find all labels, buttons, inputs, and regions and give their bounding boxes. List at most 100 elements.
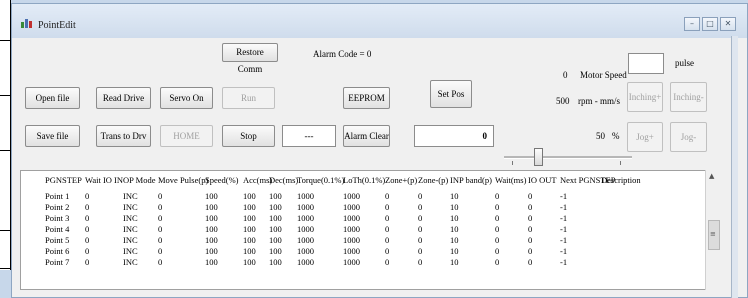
table-cell[interactable]: 0	[418, 191, 422, 201]
table-cell[interactable]: 0	[158, 224, 162, 234]
column-header-dec[interactable]: Dec(ms)	[269, 175, 298, 185]
home-button[interactable]: HOME	[160, 125, 213, 147]
table-cell[interactable]: 0	[158, 202, 162, 212]
table-cell[interactable]: 0	[528, 202, 532, 212]
table-cell[interactable]: 0	[385, 202, 389, 212]
table-cell[interactable]: 0	[158, 246, 162, 256]
table-cell[interactable]: 100	[269, 246, 282, 256]
table-cell[interactable]: 100	[243, 246, 256, 256]
table-cell[interactable]: 100	[205, 213, 218, 223]
table-cell[interactable]: 100	[243, 213, 256, 223]
table-cell[interactable]: 100	[269, 202, 282, 212]
table-cell[interactable]: 100	[269, 191, 282, 201]
table-cell[interactable]: 0	[528, 257, 532, 267]
table-cell[interactable]: INC	[123, 191, 138, 201]
table-cell[interactable]: 100	[205, 191, 218, 201]
table-row[interactable]: Point 7 0 INC 0 100 100 100 1000 1000 0 0 10 0 0 -1	[21, 257, 721, 268]
table-cell[interactable]: 1000	[343, 191, 360, 201]
table-cell[interactable]: 0	[85, 213, 89, 223]
table-cell[interactable]: 0	[418, 202, 422, 212]
maximize-button[interactable]: □	[702, 17, 718, 31]
table-cell[interactable]: 1000	[297, 213, 314, 223]
table-cell[interactable]: 0	[418, 224, 422, 234]
table-cell[interactable]: 0	[158, 257, 162, 267]
table-cell[interactable]: 0	[85, 224, 89, 234]
table-cell[interactable]: 1000	[297, 235, 314, 245]
table-cell[interactable]: 100	[205, 257, 218, 267]
column-header-zone-plus[interactable]: Zone+(p)	[385, 175, 417, 185]
scroll-up-icon[interactable]: ▲	[709, 172, 714, 180]
column-header-inp-band[interactable]: INP band(p)	[450, 175, 492, 185]
table-row[interactable]: Point 2 0 INC 0 100 100 100 1000 1000 0 0 10 0 0 -1	[21, 202, 721, 213]
set-pos-button[interactable]: Set Pos	[430, 80, 472, 108]
table-cell[interactable]: 1000	[343, 213, 360, 223]
table-cell[interactable]: 0	[495, 191, 499, 201]
column-header-op-mode[interactable]: OP Mode	[123, 175, 156, 185]
column-header-acc[interactable]: Acc(ms)	[243, 175, 272, 185]
table-cell[interactable]: INC	[123, 224, 138, 234]
table-row[interactable]: Point 5 0 INC 0 100 100 100 1000 1000 0 0 10 0 0 -1	[21, 235, 721, 246]
table-cell[interactable]: 0	[385, 191, 389, 201]
table-cell[interactable]: INC	[123, 235, 138, 245]
table-cell[interactable]: 0	[385, 257, 389, 267]
table-cell[interactable]: 1000	[343, 235, 360, 245]
table-cell[interactable]: 1000	[297, 257, 314, 267]
column-header-speed[interactable]: Speed(%)	[205, 175, 239, 185]
table-cell[interactable]: Point 5	[45, 235, 69, 245]
column-header-torque[interactable]: Torque(0.1%)	[297, 175, 344, 185]
alarm-clear-button[interactable]: Alarm Clear	[343, 125, 390, 147]
table-cell[interactable]: Point 1	[45, 191, 69, 201]
table-cell[interactable]: 1000	[343, 202, 360, 212]
pulse-input[interactable]	[628, 53, 664, 74]
inching-plus-button[interactable]: Inching+	[627, 82, 663, 112]
table-cell[interactable]: 0	[528, 235, 532, 245]
table-cell[interactable]: 0	[385, 235, 389, 245]
table-cell[interactable]: 100	[243, 202, 256, 212]
table-cell[interactable]: 10	[450, 235, 459, 245]
table-cell[interactable]: 100	[269, 235, 282, 245]
table-cell[interactable]: 1000	[297, 224, 314, 234]
table-cell[interactable]: 0	[85, 235, 89, 245]
table-cell[interactable]: 100	[269, 213, 282, 223]
table-cell[interactable]: 1000	[343, 224, 360, 234]
column-header-pgnstep[interactable]: PGNSTEP	[45, 175, 82, 185]
table-cell[interactable]: Point 3	[45, 213, 69, 223]
table-cell[interactable]: Point 7	[45, 257, 69, 267]
table-cell[interactable]: Point 4	[45, 224, 69, 234]
table-cell[interactable]: 10	[450, 257, 459, 267]
open-file-button[interactable]: Open file	[25, 87, 80, 109]
table-cell[interactable]: 0	[418, 246, 422, 256]
table-cell[interactable]: INC	[123, 213, 138, 223]
table-cell[interactable]: INC	[123, 257, 138, 267]
table-cell[interactable]: 0	[418, 257, 422, 267]
speed-slider-thumb[interactable]	[534, 148, 543, 166]
column-header-loth[interactable]: LoTh(0.1%)	[343, 175, 385, 185]
table-cell[interactable]: -1	[560, 246, 567, 256]
table-cell[interactable]: 0	[158, 213, 162, 223]
table-cell[interactable]: Point 6	[45, 246, 69, 256]
table-cell[interactable]: 100	[269, 224, 282, 234]
table-cell[interactable]: 100	[269, 257, 282, 267]
table-cell[interactable]: 10	[450, 224, 459, 234]
speed-slider-track[interactable]	[504, 156, 632, 159]
point-table[interactable]: PGNSTEP Wait IO IN OP Mode Move Pulse(p) Spe…	[20, 170, 722, 290]
table-cell[interactable]: 100	[243, 191, 256, 201]
table-scrollbar[interactable]: ▲ ≡	[705, 170, 722, 290]
trans-to-drv-button[interactable]: Trans to Drv	[96, 125, 151, 147]
table-cell[interactable]: 0	[528, 246, 532, 256]
table-cell[interactable]: 0	[495, 235, 499, 245]
table-cell[interactable]: 0	[418, 213, 422, 223]
table-cell[interactable]: 0	[85, 202, 89, 212]
restore-comm-button[interactable]: Restore Comm	[222, 43, 278, 74]
column-header-zone-minus[interactable]: Zone-(p)	[418, 175, 448, 185]
save-file-button[interactable]: Save file	[25, 125, 80, 147]
table-cell[interactable]: Point 2	[45, 202, 69, 212]
table-row[interactable]: Point 1 0 INC 0 100 100 100 1000 1000 0 0 10 0 0 -1	[21, 191, 721, 202]
table-cell[interactable]: 100	[243, 257, 256, 267]
table-cell[interactable]: 100	[243, 224, 256, 234]
table-cell[interactable]: 0	[495, 213, 499, 223]
table-cell[interactable]: 0	[495, 257, 499, 267]
table-row[interactable]: Point 3 0 INC 0 100 100 100 1000 1000 0 0 10 0 0 -1	[21, 213, 721, 224]
table-cell[interactable]: 1000	[297, 246, 314, 256]
table-cell[interactable]: 0	[158, 235, 162, 245]
